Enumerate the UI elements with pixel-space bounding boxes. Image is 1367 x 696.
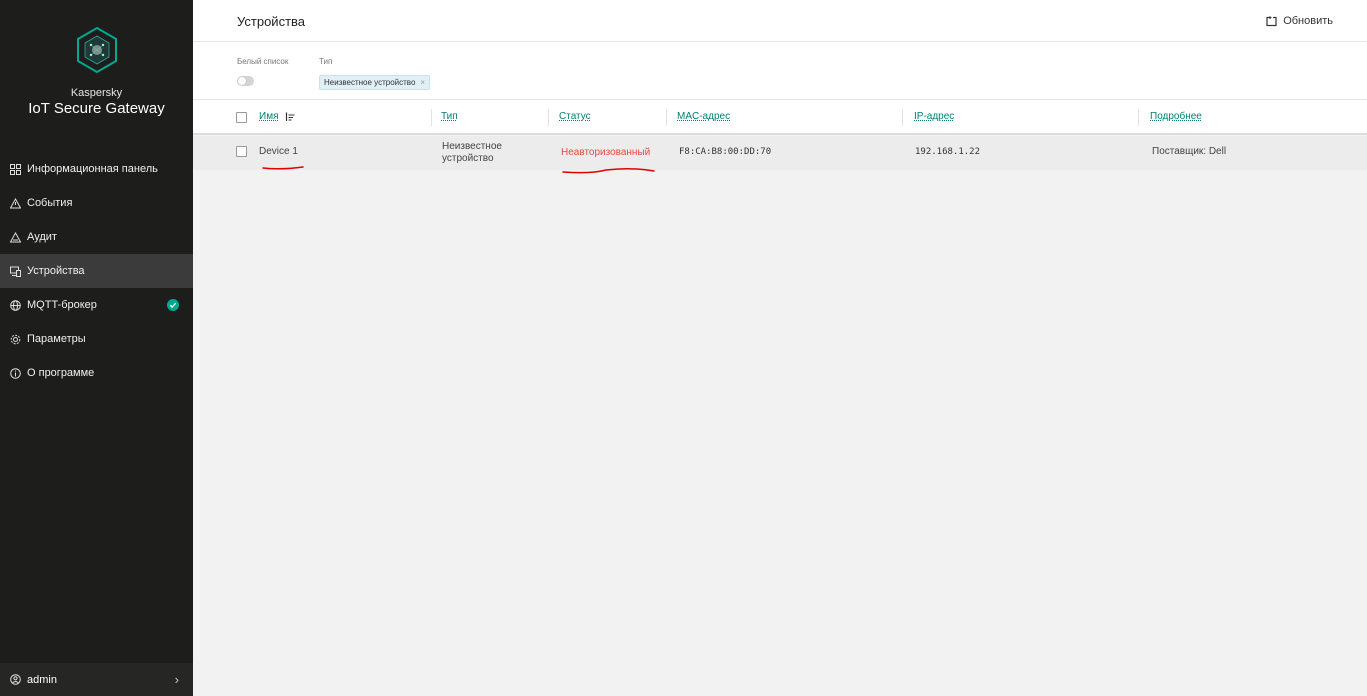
column-header-mac[interactable]: MAC-адрес xyxy=(677,111,730,122)
whitelist-label: Белый список xyxy=(237,57,289,66)
chevron-right-icon: › xyxy=(174,672,179,687)
page-title: Устройства xyxy=(237,14,306,29)
sidebar-item-label: События xyxy=(27,197,73,209)
sidebar-item-events[interactable]: События xyxy=(0,186,193,220)
column-header-ip[interactable]: IP-адрес xyxy=(914,111,954,122)
table-row[interactable]: Device 1 Неизвестное устройство Неавтори… xyxy=(193,136,1367,170)
column-divider xyxy=(1138,109,1139,126)
whitelist-toggle[interactable] xyxy=(237,76,254,86)
sidebar: Kaspersky IoT Secure Gateway Информацион… xyxy=(0,0,193,696)
device-ip: 192.168.1.22 xyxy=(915,147,981,157)
gear-icon xyxy=(9,333,21,345)
refresh-label: Обновить xyxy=(1283,15,1333,27)
brand-vendor: Kaspersky xyxy=(70,87,123,99)
warning-triangle-icon xyxy=(9,197,21,209)
annotation-underline-name xyxy=(262,166,304,170)
user-menu[interactable]: admin › xyxy=(0,663,193,696)
type-filter-chip-label: Неизвестное устройство xyxy=(324,78,416,87)
page-header: Устройства Обновить xyxy=(193,0,1367,42)
device-mac: F8:CA:B8:00:DD:70 xyxy=(679,147,772,157)
sidebar-nav: Информационная панель События Аудит Устр… xyxy=(0,152,193,390)
check-badge-icon xyxy=(167,299,179,311)
status-badge: Неавторизованный xyxy=(561,147,651,158)
sidebar-item-audit[interactable]: Аудит xyxy=(0,220,193,254)
column-divider xyxy=(902,109,903,126)
user-icon xyxy=(9,674,21,686)
sidebar-item-about[interactable]: О программе xyxy=(0,356,193,390)
column-header-type[interactable]: Тип xyxy=(441,111,458,122)
device-name[interactable]: Device 1 xyxy=(259,146,298,157)
row-checkbox[interactable] xyxy=(236,146,247,157)
kaspersky-logo-icon xyxy=(76,26,117,74)
devices-icon xyxy=(9,265,21,277)
sidebar-item-label: Параметры xyxy=(27,333,86,345)
info-icon xyxy=(9,367,21,379)
audit-triangle-icon xyxy=(9,231,21,243)
column-divider xyxy=(548,109,549,126)
brand: Kaspersky IoT Secure Gateway xyxy=(0,26,193,117)
column-header-details[interactable]: Подробнее xyxy=(1150,111,1202,122)
close-icon[interactable]: × xyxy=(420,76,425,89)
device-type-line2: устройство xyxy=(442,153,494,164)
column-header-name[interactable]: Имя xyxy=(259,111,278,122)
annotation-underline-status xyxy=(562,167,655,174)
brand-product: IoT Secure Gateway xyxy=(28,100,165,117)
main-content: Устройства Обновить Белый список Тип Неи… xyxy=(193,0,1367,696)
sidebar-item-label: Аудит xyxy=(27,231,57,243)
sidebar-item-settings[interactable]: Параметры xyxy=(0,322,193,356)
select-all-checkbox[interactable] xyxy=(236,112,247,123)
column-divider xyxy=(666,109,667,126)
sidebar-item-dashboard[interactable]: Информационная панель xyxy=(0,152,193,186)
globe-icon xyxy=(9,299,21,311)
refresh-icon xyxy=(1266,15,1277,26)
filters-panel: Белый список Тип Неизвестное устройство … xyxy=(193,42,1367,100)
sidebar-item-label: Устройства xyxy=(27,265,85,277)
table-header: Имя Тип Статус MAC-адрес IP-адрес Подроб… xyxy=(193,100,1367,135)
type-filter-label: Тип xyxy=(319,57,333,66)
device-details: Поставщик: Dell xyxy=(1152,146,1227,157)
sidebar-item-label: Информационная панель xyxy=(27,163,158,175)
column-header-status[interactable]: Статус xyxy=(559,111,591,122)
user-name: admin xyxy=(27,673,57,686)
refresh-button[interactable]: Обновить xyxy=(1266,15,1333,27)
sidebar-item-label: MQTT-брокер xyxy=(27,299,97,311)
dashboard-icon xyxy=(9,163,21,175)
sort-icon[interactable] xyxy=(285,112,295,122)
column-divider xyxy=(431,109,432,126)
sidebar-item-devices[interactable]: Устройства xyxy=(0,254,193,288)
device-type-line1: Неизвестное xyxy=(442,141,502,152)
sidebar-item-mqtt[interactable]: MQTT-брокер xyxy=(0,288,193,322)
type-filter-chip[interactable]: Неизвестное устройство × xyxy=(319,75,431,90)
sidebar-item-label: О программе xyxy=(27,367,95,379)
